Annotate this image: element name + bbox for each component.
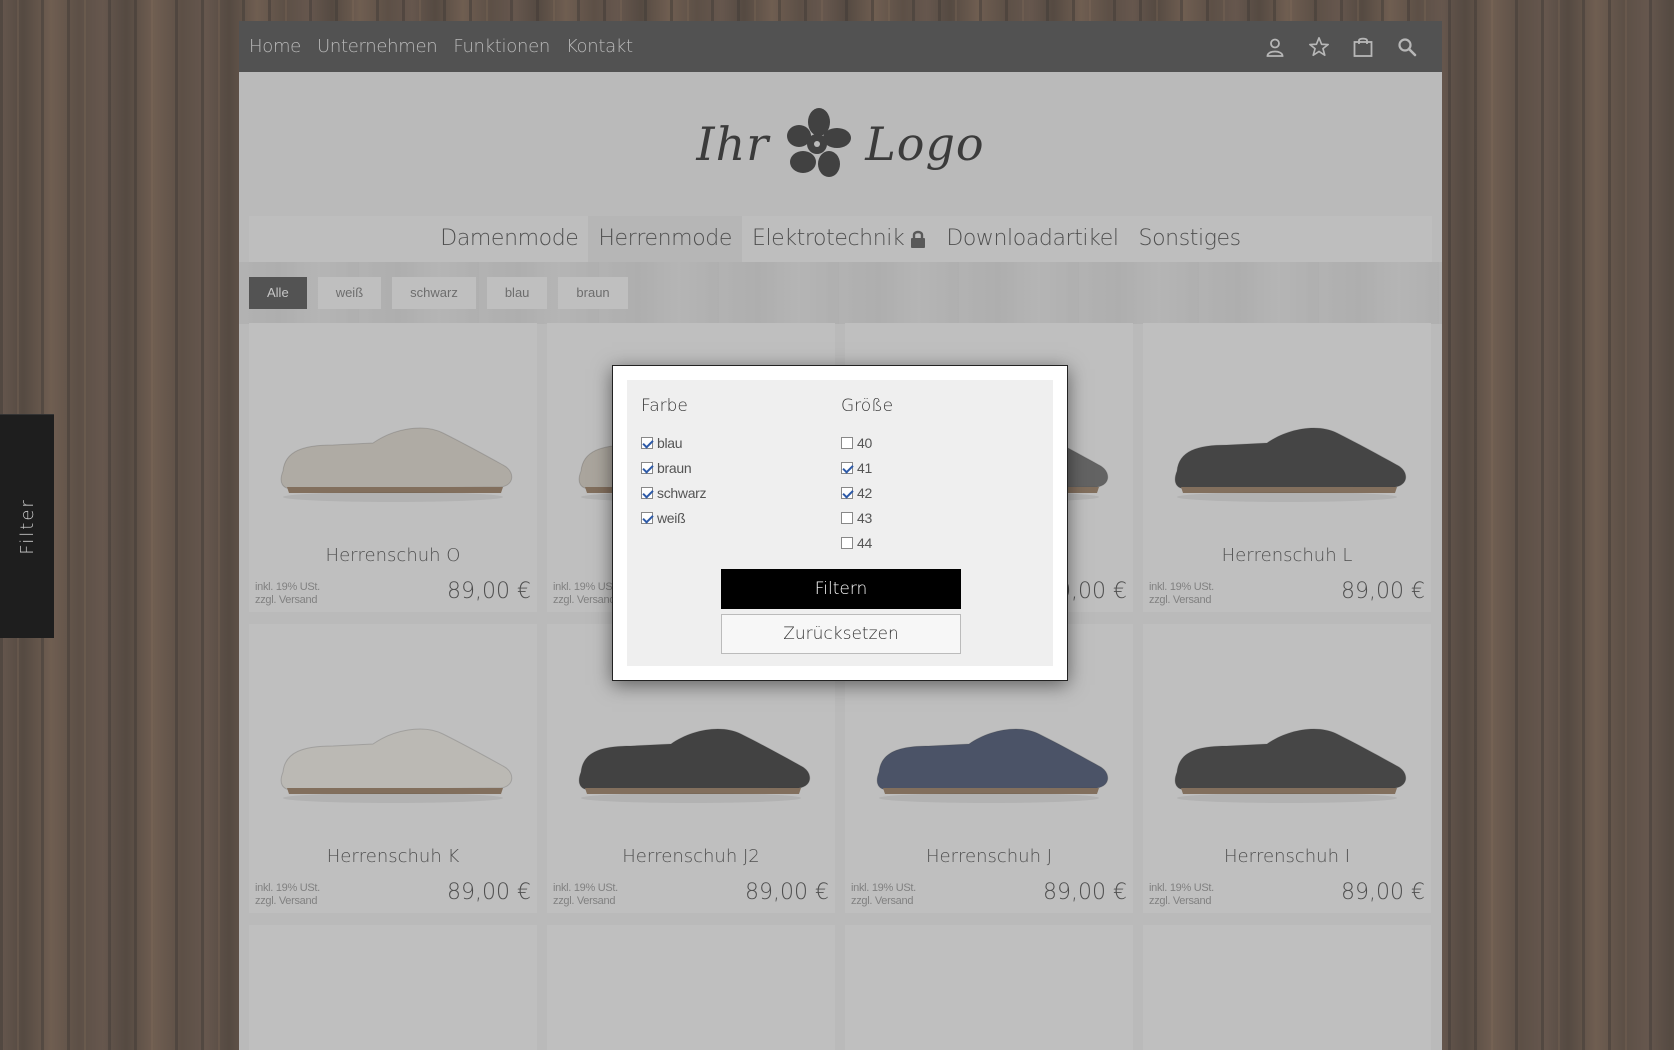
color-option-label: blau [657, 434, 683, 451]
size-option-label: 40 [857, 434, 872, 451]
filter-button[interactable]: Filtern [721, 569, 961, 609]
size-filter-title: Größe [841, 396, 894, 416]
filter-modal: Farbe blau braun schwarz weiß Größe 40 41 42 4… [612, 365, 1068, 681]
filter-modal-body: Farbe blau braun schwarz weiß Größe 40 41 42 4… [627, 380, 1053, 666]
color-checkbox[interactable] [641, 511, 653, 524]
size-filter-column: Größe 40 41 42 43 44 [841, 396, 893, 555]
color-filter-title: Farbe [641, 396, 688, 416]
color-option-label: schwarz [657, 484, 707, 501]
size-checkbox[interactable] [841, 536, 853, 549]
size-checkbox[interactable] [841, 461, 853, 474]
side-filter-tab[interactable]: Filter [0, 414, 54, 638]
size-option[interactable]: 44 [841, 530, 893, 555]
reset-button[interactable]: Zurücksetzen [721, 614, 961, 654]
size-checkbox[interactable] [841, 511, 853, 524]
size-option-label: 43 [857, 509, 872, 526]
size-option-label: 41 [857, 459, 872, 476]
size-option[interactable]: 43 [841, 505, 893, 530]
color-checkbox[interactable] [641, 461, 653, 474]
size-option[interactable]: 41 [841, 455, 893, 480]
size-checkbox[interactable] [841, 436, 853, 449]
color-checkbox[interactable] [641, 486, 653, 499]
size-option[interactable]: 42 [841, 480, 893, 505]
size-options: 40 41 42 43 44 [841, 430, 893, 555]
color-option[interactable]: blau [641, 430, 706, 455]
color-options: blau braun schwarz weiß [641, 430, 707, 530]
color-checkbox[interactable] [641, 436, 653, 449]
color-option-label: braun [657, 459, 692, 476]
size-checkbox[interactable] [841, 486, 853, 499]
color-option-label: weiß [657, 509, 686, 526]
color-option[interactable]: weiß [641, 505, 706, 530]
color-option[interactable]: schwarz [641, 480, 707, 505]
size-option-label: 44 [857, 534, 872, 551]
size-option-label: 42 [857, 484, 872, 501]
color-option[interactable]: braun [641, 455, 706, 480]
side-filter-label: Filter [16, 498, 38, 555]
size-option[interactable]: 40 [841, 430, 893, 455]
color-filter-column: Farbe blau braun schwarz weiß [641, 396, 707, 530]
